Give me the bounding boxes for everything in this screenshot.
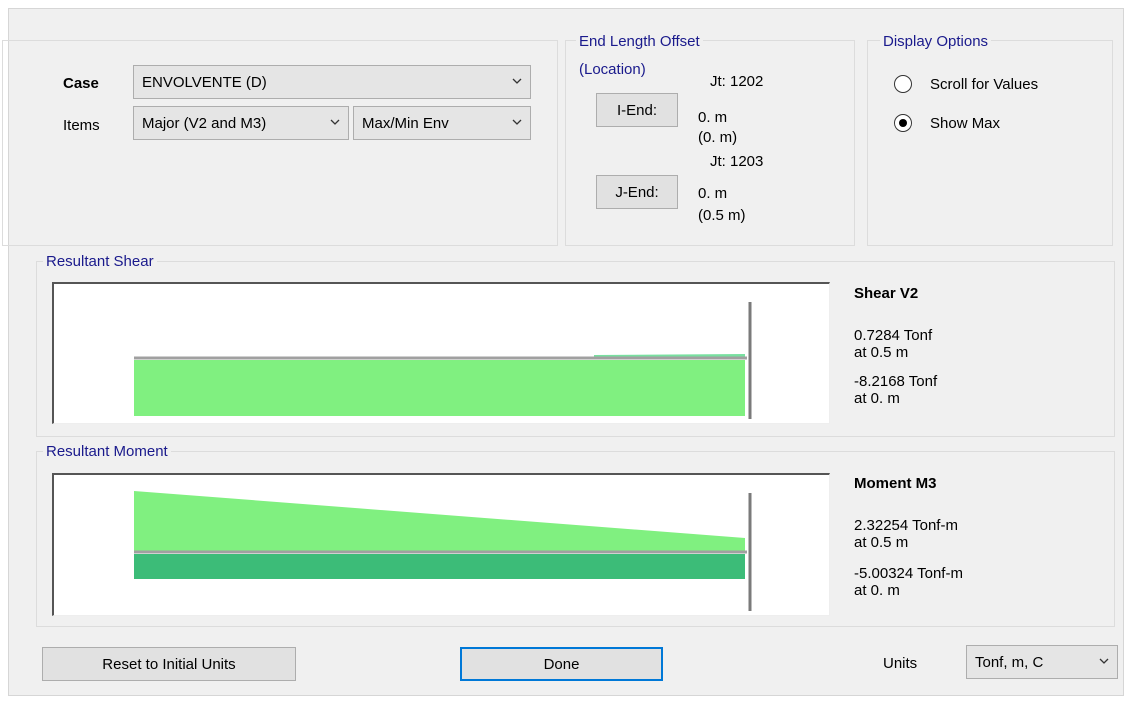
case-select[interactable]: ENVOLVENTE (D) [133, 65, 531, 99]
moment-min-location: at 0. m [854, 582, 900, 599]
chevron-down-icon [330, 119, 340, 125]
moment-negative-fill [134, 554, 745, 579]
i-end-location: (0. m) [698, 129, 738, 146]
moment-max-location: at 0.5 m [854, 534, 909, 551]
items-component-select[interactable]: Major (V2 and M3) [133, 106, 349, 140]
items-envelope-value: Max/Min Env [362, 114, 449, 132]
end-length-offset-subtitle: (Location) [579, 61, 646, 78]
units-label: Units [883, 655, 918, 672]
done-button-label: Done [543, 655, 580, 673]
j-end-location: (0.5 m) [698, 207, 746, 224]
shear-max-location: at 0.5 m [854, 344, 909, 361]
resultant-shear-title: Resultant Shear [43, 253, 157, 271]
chevron-down-icon [512, 119, 522, 125]
scroll-for-values-radio[interactable] [894, 75, 912, 93]
units-select-value: Tonf, m, C [975, 653, 1044, 671]
j-end-joint: Jt: 1203 [710, 153, 764, 170]
show-max-label[interactable]: Show Max [930, 115, 1000, 132]
shear-diagram [52, 282, 830, 424]
scroll-for-values-label[interactable]: Scroll for Values [930, 76, 1038, 93]
case-label: Case [63, 75, 99, 92]
moment-heading: Moment M3 [854, 475, 937, 492]
i-end-offset: 0. m [698, 109, 728, 126]
case-select-value: ENVOLVENTE (D) [142, 73, 267, 91]
moment-positive-fill [134, 491, 745, 551]
shear-min-location: at 0. m [854, 390, 900, 407]
j-end-offset: 0. m [698, 185, 728, 202]
items-component-value: Major (V2 and M3) [142, 114, 267, 132]
i-end-joint: Jt: 1202 [710, 73, 764, 90]
display-options-title: Display Options [880, 33, 992, 51]
chevron-down-icon [512, 78, 522, 84]
moment-diagram [52, 473, 830, 616]
i-end-button[interactable]: I-End: [596, 93, 678, 127]
member-forces-dialog: Case ENVOLVENTE (D) Items Major (V2 and … [2, 8, 1124, 696]
items-envelope-select[interactable]: Max/Min Env [353, 106, 531, 140]
end-length-offset-title: End Length Offset [576, 33, 703, 51]
show-max-radio[interactable] [894, 114, 912, 132]
j-end-button-label: J-End: [615, 183, 659, 201]
resultant-moment-title: Resultant Moment [43, 443, 171, 461]
shear-diagram-svg [134, 302, 752, 419]
items-label: Items [63, 117, 100, 134]
reset-units-button[interactable]: Reset to Initial Units [42, 647, 296, 681]
j-end-button[interactable]: J-End: [596, 175, 678, 209]
reset-units-label: Reset to Initial Units [102, 655, 236, 673]
shear-heading: Shear V2 [854, 285, 919, 302]
moment-max-value: 2.32254 Tonf-m [854, 517, 958, 534]
i-end-button-label: I-End: [616, 101, 658, 119]
shear-max-value: 0.7284 Tonf [854, 327, 933, 344]
display-options-group [867, 40, 1113, 246]
moment-min-value: -5.00324 Tonf-m [854, 565, 963, 582]
shear-negative-fill [134, 360, 745, 416]
shear-min-value: -8.2168 Tonf [854, 373, 938, 390]
moment-diagram-svg [134, 491, 752, 611]
chevron-down-icon [1099, 658, 1109, 664]
units-select[interactable]: Tonf, m, C [966, 645, 1118, 679]
done-button[interactable]: Done [460, 647, 663, 681]
radio-selected-dot [898, 118, 907, 127]
